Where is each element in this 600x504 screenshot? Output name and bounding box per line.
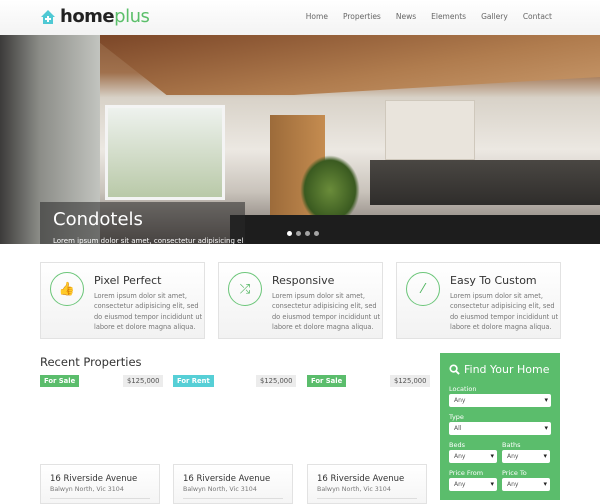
divider [317, 498, 417, 499]
price-tag: $125,000 [256, 375, 297, 387]
nav-elements[interactable]: Elements [431, 12, 466, 21]
search-panel: Find Your Home Location Any Type All Bed… [440, 353, 560, 500]
nav-properties[interactable]: Properties [343, 12, 381, 21]
divider [50, 498, 150, 499]
price-tag: $125,000 [390, 375, 431, 387]
location-select[interactable]: Any [449, 394, 551, 407]
hero-image [90, 35, 600, 95]
feature-text: Lorem ipsum dolor sit amet, consectetur … [94, 292, 203, 331]
feature-title: Pixel Perfect [94, 274, 162, 287]
price-from-label: Price From [449, 469, 484, 477]
search-title: Find Your Home [449, 363, 550, 376]
type-label: Type [449, 413, 464, 421]
status-badge: For Rent [173, 375, 214, 387]
hero-image-window [105, 105, 225, 200]
type-select[interactable]: All [449, 422, 551, 435]
feature-responsive: ⤮ Responsive Lorem ipsum dolor sit amet,… [218, 262, 383, 339]
property-address[interactable]: 16 Riverside Avenue [317, 474, 404, 484]
property-suburb: Balwyn North, Vic 3104 [50, 486, 124, 493]
price-from-select[interactable]: Any [449, 478, 497, 491]
price-to-label: Price To [502, 469, 527, 477]
nav-contact[interactable]: Contact [523, 12, 552, 21]
search-title-text: Find Your Home [464, 363, 550, 376]
hero-caption: Condotels Lorem ipsum dolor sit amet, co… [40, 202, 245, 244]
property-address[interactable]: 16 Riverside Avenue [183, 474, 270, 484]
slider-dot[interactable] [296, 231, 301, 236]
search-icon [449, 364, 460, 375]
slider-dots [287, 231, 319, 236]
main-nav: Home Properties News Elements Gallery Co… [306, 12, 552, 21]
brand-name-a: home [60, 6, 115, 27]
feature-title: Responsive [272, 274, 335, 287]
divider [183, 498, 283, 499]
header: homeplus Home Properties News Elements G… [0, 0, 600, 35]
nav-home[interactable]: Home [306, 12, 328, 21]
status-badge: For Sale [307, 375, 347, 387]
logo[interactable]: homeplus [40, 6, 150, 27]
thumbs-up-icon: 👍 [50, 272, 84, 306]
feature-easy-to-custom: ⁄ Easy To Custom Lorem ipsum dolor sit a… [396, 262, 561, 339]
status-badge: For Sale [40, 375, 80, 387]
feature-title: Easy To Custom [450, 274, 537, 287]
brand-name-b: plus [114, 6, 150, 27]
property-suburb: Balwyn North, Vic 3104 [183, 486, 257, 493]
hero-image-cabinet [385, 100, 475, 160]
slider-dot[interactable] [305, 231, 310, 236]
location-label: Location [449, 385, 477, 393]
price-to-select[interactable]: Any [502, 478, 550, 491]
baths-select[interactable]: Any [502, 450, 550, 463]
feature-text: Lorem ipsum dolor sit amet, consectetur … [272, 292, 381, 331]
feature-pixel-perfect: 👍 Pixel Perfect Lorem ipsum dolor sit am… [40, 262, 205, 339]
property-card[interactable]: 16 Riverside Avenue Balwyn North, Vic 31… [307, 464, 427, 504]
hero-slider[interactable]: Condotels Lorem ipsum dolor sit amet, co… [0, 35, 600, 244]
hero-title: Condotels [53, 209, 143, 230]
hero-image-table [230, 215, 600, 244]
beds-label: Beds [449, 441, 465, 449]
price-tag: $125,000 [123, 375, 164, 387]
shuffle-icon: ⤮ [228, 272, 262, 306]
section-title: Recent Properties [40, 355, 142, 369]
slider-dot[interactable] [287, 231, 292, 236]
property-suburb: Balwyn North, Vic 3104 [317, 486, 391, 493]
property-card[interactable]: 16 Riverside Avenue Balwyn North, Vic 31… [40, 464, 160, 504]
nav-news[interactable]: News [396, 12, 416, 21]
hero-image-counter [370, 160, 600, 205]
baths-label: Baths [502, 441, 521, 449]
house-icon [41, 9, 55, 24]
nav-gallery[interactable]: Gallery [481, 12, 508, 21]
property-address[interactable]: 16 Riverside Avenue [50, 474, 137, 484]
beds-select[interactable]: Any [449, 450, 497, 463]
hero-text: Lorem ipsum dolor sit amet, consectetur … [53, 237, 243, 244]
feature-text: Lorem ipsum dolor sit amet, consectetur … [450, 292, 559, 331]
slider-dot[interactable] [314, 231, 319, 236]
magic-wand-icon: ⁄ [406, 272, 440, 306]
property-card[interactable]: 16 Riverside Avenue Balwyn North, Vic 31… [173, 464, 293, 504]
